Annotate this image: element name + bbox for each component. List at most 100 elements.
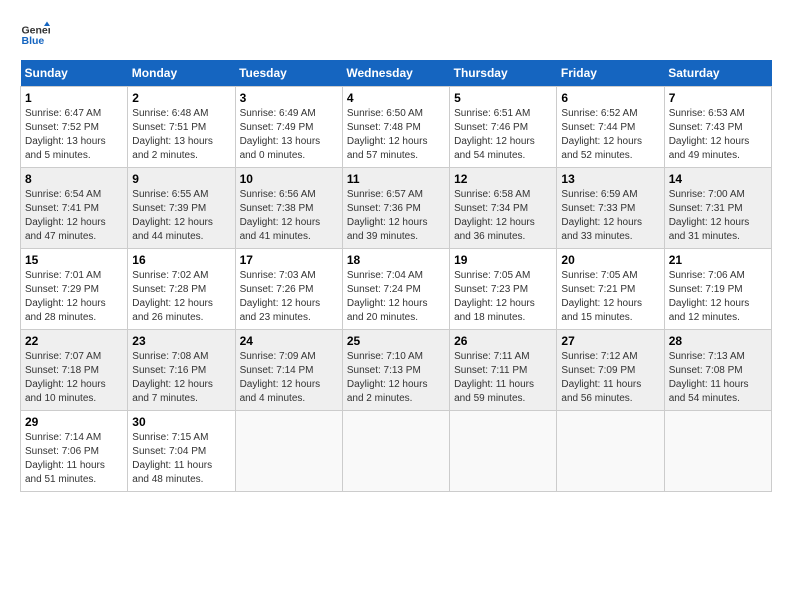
- day-cell-26: 26 Sunrise: 7:11 AM Sunset: 7:11 PM Dayl…: [450, 330, 557, 411]
- svg-text:Blue: Blue: [22, 35, 45, 47]
- day-info: Sunrise: 7:05 AM Sunset: 7:23 PM Dayligh…: [454, 269, 552, 325]
- day-cell-24: 24 Sunrise: 7:09 AM Sunset: 7:14 PM Dayl…: [235, 330, 342, 411]
- day-number: 22: [25, 334, 123, 348]
- day-info: Sunrise: 6:53 AM Sunset: 7:43 PM Dayligh…: [669, 107, 767, 163]
- week-row-3: 15 Sunrise: 7:01 AM Sunset: 7:29 PM Dayl…: [21, 249, 772, 330]
- day-number: 28: [669, 334, 767, 348]
- day-info: Sunrise: 7:03 AM Sunset: 7:26 PM Dayligh…: [240, 269, 338, 325]
- day-info: Sunrise: 7:11 AM Sunset: 7:11 PM Dayligh…: [454, 350, 552, 406]
- day-cell-7: 7 Sunrise: 6:53 AM Sunset: 7:43 PM Dayli…: [664, 87, 771, 168]
- day-info: Sunrise: 7:07 AM Sunset: 7:18 PM Dayligh…: [25, 350, 123, 406]
- day-number: 7: [669, 91, 767, 105]
- day-info: Sunrise: 6:47 AM Sunset: 7:52 PM Dayligh…: [25, 107, 123, 163]
- day-cell-21: 21 Sunrise: 7:06 AM Sunset: 7:19 PM Dayl…: [664, 249, 771, 330]
- day-cell-25: 25 Sunrise: 7:10 AM Sunset: 7:13 PM Dayl…: [342, 330, 449, 411]
- day-cell-13: 13 Sunrise: 6:59 AM Sunset: 7:33 PM Dayl…: [557, 168, 664, 249]
- weekday-header-monday: Monday: [128, 60, 235, 87]
- day-number: 6: [561, 91, 659, 105]
- day-cell-19: 19 Sunrise: 7:05 AM Sunset: 7:23 PM Dayl…: [450, 249, 557, 330]
- day-cell-15: 15 Sunrise: 7:01 AM Sunset: 7:29 PM Dayl…: [21, 249, 128, 330]
- day-number: 11: [347, 172, 445, 186]
- day-number: 19: [454, 253, 552, 267]
- day-cell-18: 18 Sunrise: 7:04 AM Sunset: 7:24 PM Dayl…: [342, 249, 449, 330]
- week-row-4: 22 Sunrise: 7:07 AM Sunset: 7:18 PM Dayl…: [21, 330, 772, 411]
- day-number: 15: [25, 253, 123, 267]
- day-number: 27: [561, 334, 659, 348]
- day-number: 12: [454, 172, 552, 186]
- day-info: Sunrise: 6:52 AM Sunset: 7:44 PM Dayligh…: [561, 107, 659, 163]
- day-number: 3: [240, 91, 338, 105]
- day-cell-16: 16 Sunrise: 7:02 AM Sunset: 7:28 PM Dayl…: [128, 249, 235, 330]
- weekday-header-friday: Friday: [557, 60, 664, 87]
- day-cell-10: 10 Sunrise: 6:56 AM Sunset: 7:38 PM Dayl…: [235, 168, 342, 249]
- calendar-table: SundayMondayTuesdayWednesdayThursdayFrid…: [20, 60, 772, 492]
- day-info: Sunrise: 6:50 AM Sunset: 7:48 PM Dayligh…: [347, 107, 445, 163]
- page-header: General Blue: [20, 20, 772, 50]
- day-cell-4: 4 Sunrise: 6:50 AM Sunset: 7:48 PM Dayli…: [342, 87, 449, 168]
- day-info: Sunrise: 7:10 AM Sunset: 7:13 PM Dayligh…: [347, 350, 445, 406]
- day-info: Sunrise: 7:05 AM Sunset: 7:21 PM Dayligh…: [561, 269, 659, 325]
- weekday-header-saturday: Saturday: [664, 60, 771, 87]
- week-row-1: 1 Sunrise: 6:47 AM Sunset: 7:52 PM Dayli…: [21, 87, 772, 168]
- weekday-header-thursday: Thursday: [450, 60, 557, 87]
- weekday-header-tuesday: Tuesday: [235, 60, 342, 87]
- day-info: Sunrise: 6:49 AM Sunset: 7:49 PM Dayligh…: [240, 107, 338, 163]
- day-number: 18: [347, 253, 445, 267]
- day-cell-29: 29 Sunrise: 7:14 AM Sunset: 7:06 PM Dayl…: [21, 411, 128, 492]
- day-number: 26: [454, 334, 552, 348]
- day-number: 9: [132, 172, 230, 186]
- day-number: 25: [347, 334, 445, 348]
- day-cell-17: 17 Sunrise: 7:03 AM Sunset: 7:26 PM Dayl…: [235, 249, 342, 330]
- day-info: Sunrise: 6:57 AM Sunset: 7:36 PM Dayligh…: [347, 188, 445, 244]
- day-number: 14: [669, 172, 767, 186]
- day-info: Sunrise: 6:48 AM Sunset: 7:51 PM Dayligh…: [132, 107, 230, 163]
- empty-cell: [557, 411, 664, 492]
- day-number: 5: [454, 91, 552, 105]
- day-number: 17: [240, 253, 338, 267]
- week-row-5: 29 Sunrise: 7:14 AM Sunset: 7:06 PM Dayl…: [21, 411, 772, 492]
- logo: General Blue: [20, 20, 50, 50]
- weekday-header-sunday: Sunday: [21, 60, 128, 87]
- day-info: Sunrise: 7:04 AM Sunset: 7:24 PM Dayligh…: [347, 269, 445, 325]
- logo-icon: General Blue: [20, 20, 50, 50]
- day-cell-30: 30 Sunrise: 7:15 AM Sunset: 7:04 PM Dayl…: [128, 411, 235, 492]
- day-info: Sunrise: 7:14 AM Sunset: 7:06 PM Dayligh…: [25, 431, 123, 487]
- day-info: Sunrise: 7:01 AM Sunset: 7:29 PM Dayligh…: [25, 269, 123, 325]
- day-number: 2: [132, 91, 230, 105]
- day-cell-6: 6 Sunrise: 6:52 AM Sunset: 7:44 PM Dayli…: [557, 87, 664, 168]
- day-info: Sunrise: 7:15 AM Sunset: 7:04 PM Dayligh…: [132, 431, 230, 487]
- day-cell-14: 14 Sunrise: 7:00 AM Sunset: 7:31 PM Dayl…: [664, 168, 771, 249]
- day-info: Sunrise: 7:06 AM Sunset: 7:19 PM Dayligh…: [669, 269, 767, 325]
- day-number: 4: [347, 91, 445, 105]
- day-number: 24: [240, 334, 338, 348]
- empty-cell: [664, 411, 771, 492]
- week-row-2: 8 Sunrise: 6:54 AM Sunset: 7:41 PM Dayli…: [21, 168, 772, 249]
- day-cell-9: 9 Sunrise: 6:55 AM Sunset: 7:39 PM Dayli…: [128, 168, 235, 249]
- day-number: 30: [132, 415, 230, 429]
- empty-cell: [342, 411, 449, 492]
- day-info: Sunrise: 6:58 AM Sunset: 7:34 PM Dayligh…: [454, 188, 552, 244]
- day-number: 20: [561, 253, 659, 267]
- day-cell-8: 8 Sunrise: 6:54 AM Sunset: 7:41 PM Dayli…: [21, 168, 128, 249]
- day-cell-27: 27 Sunrise: 7:12 AM Sunset: 7:09 PM Dayl…: [557, 330, 664, 411]
- day-info: Sunrise: 6:55 AM Sunset: 7:39 PM Dayligh…: [132, 188, 230, 244]
- day-cell-1: 1 Sunrise: 6:47 AM Sunset: 7:52 PM Dayli…: [21, 87, 128, 168]
- day-info: Sunrise: 7:02 AM Sunset: 7:28 PM Dayligh…: [132, 269, 230, 325]
- day-number: 23: [132, 334, 230, 348]
- day-cell-22: 22 Sunrise: 7:07 AM Sunset: 7:18 PM Dayl…: [21, 330, 128, 411]
- day-cell-3: 3 Sunrise: 6:49 AM Sunset: 7:49 PM Dayli…: [235, 87, 342, 168]
- day-cell-23: 23 Sunrise: 7:08 AM Sunset: 7:16 PM Dayl…: [128, 330, 235, 411]
- day-number: 8: [25, 172, 123, 186]
- empty-cell: [235, 411, 342, 492]
- day-info: Sunrise: 7:13 AM Sunset: 7:08 PM Dayligh…: [669, 350, 767, 406]
- day-info: Sunrise: 6:56 AM Sunset: 7:38 PM Dayligh…: [240, 188, 338, 244]
- day-cell-28: 28 Sunrise: 7:13 AM Sunset: 7:08 PM Dayl…: [664, 330, 771, 411]
- day-info: Sunrise: 7:09 AM Sunset: 7:14 PM Dayligh…: [240, 350, 338, 406]
- day-info: Sunrise: 7:00 AM Sunset: 7:31 PM Dayligh…: [669, 188, 767, 244]
- day-info: Sunrise: 6:59 AM Sunset: 7:33 PM Dayligh…: [561, 188, 659, 244]
- day-info: Sunrise: 6:54 AM Sunset: 7:41 PM Dayligh…: [25, 188, 123, 244]
- weekday-header-wednesday: Wednesday: [342, 60, 449, 87]
- day-number: 13: [561, 172, 659, 186]
- day-number: 1: [25, 91, 123, 105]
- day-info: Sunrise: 7:08 AM Sunset: 7:16 PM Dayligh…: [132, 350, 230, 406]
